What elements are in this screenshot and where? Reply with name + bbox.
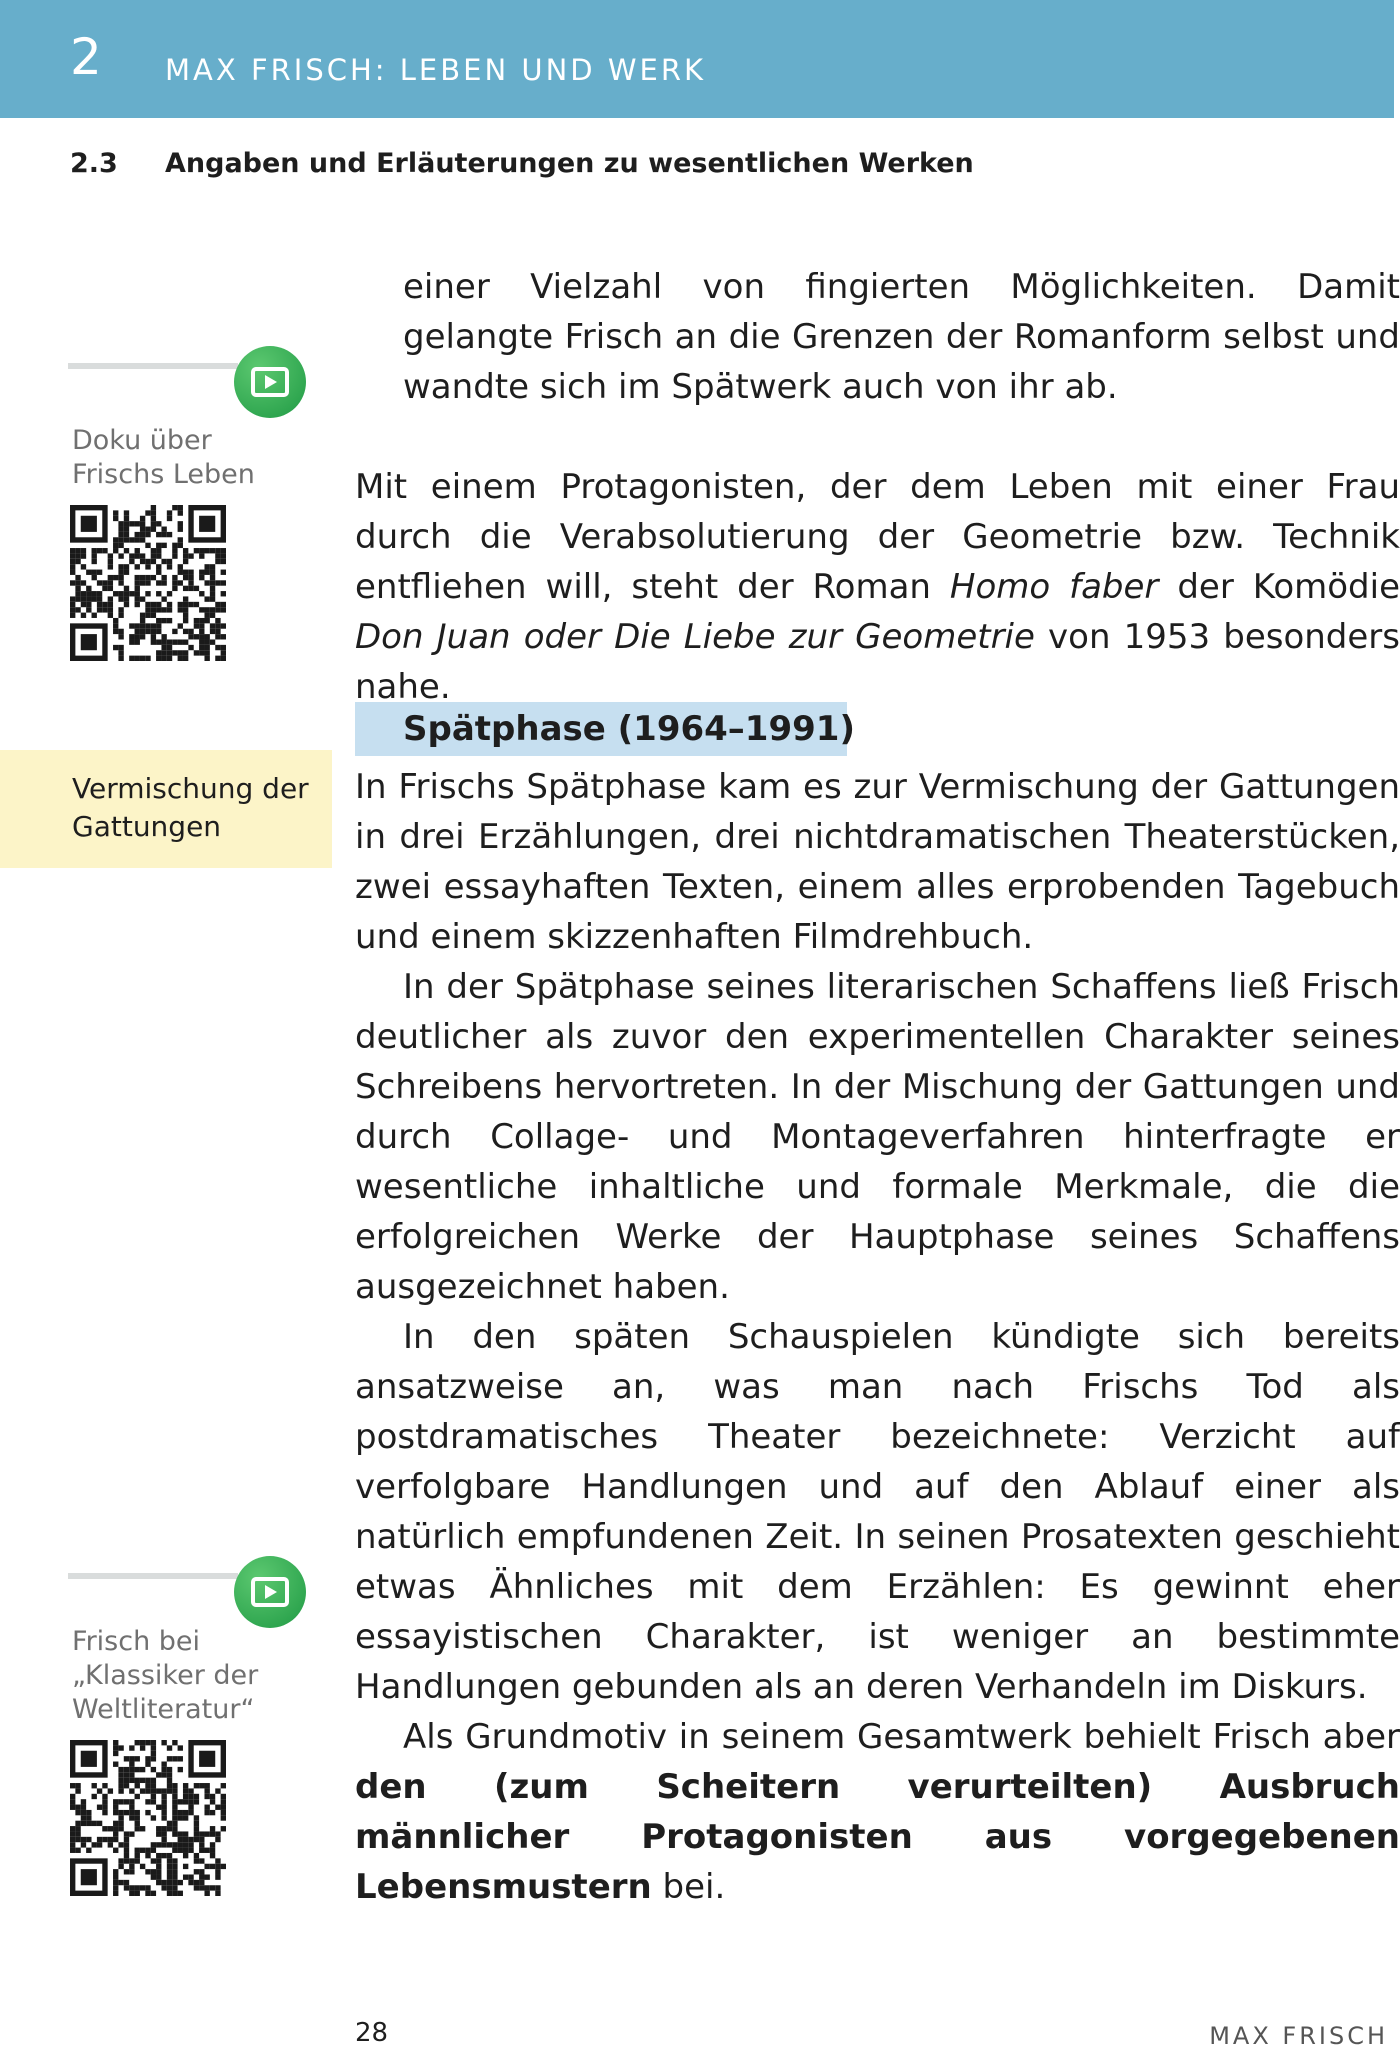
qr-code-1[interactable]	[70, 505, 226, 661]
page-number: 28	[355, 2018, 389, 2048]
play-video-icon	[251, 367, 289, 397]
play-video-icon	[251, 1577, 289, 1607]
chapter-title: MAX FRISCH: LEBEN UND WERK	[165, 53, 707, 87]
paragraph-grundmotiv: Als Grundmotiv in seinem Gesamtwerk behi…	[355, 1717, 1400, 1907]
paragraph-homo-faber: Mit einem Protagonisten, der dem Leben m…	[355, 467, 1400, 707]
sidebar-rule-2	[68, 1573, 238, 1579]
sidebar-rule-1	[68, 363, 238, 369]
chapter-header-bar: 2 MAX FRISCH: LEBEN UND WERK	[0, 0, 1394, 118]
paragraph-spaetphase-2: In der Spätphase seines literarischen Sc…	[355, 967, 1400, 1307]
video-2-label: Frisch bei „Klassiker der Weltliteratur“	[72, 1626, 259, 1725]
section-number: 2.3	[70, 148, 118, 179]
paragraph-continued: einer Vielzahl von fingierten Möglichkei…	[403, 267, 1400, 407]
main-text-block-3: In Frischs Spätphase kam es zur Vermisch…	[355, 762, 1400, 1912]
paragraph-spaetphase-3: In den späten Schauspielen kündigte sich…	[355, 1317, 1400, 1707]
video-button-1[interactable]	[234, 346, 306, 418]
subheading-spaetphase: Spätphase (1964–1991)	[403, 709, 855, 749]
main-text-block-1: einer Vielzahl von fingierten Möglichkei…	[355, 262, 1400, 412]
chapter-number: 2	[70, 28, 102, 86]
keyword-label: Vermischung der Gattungen	[72, 772, 309, 843]
video-button-2[interactable]	[234, 1556, 306, 1628]
video-1-label: Doku über Frischs Leben	[72, 425, 255, 490]
paragraph-spaetphase-1: In Frischs Spätphase kam es zur Vermisch…	[355, 767, 1400, 957]
section-title: Angaben und Erläuterungen zu wesentliche…	[165, 148, 974, 179]
qr-code-2[interactable]	[70, 1740, 226, 1896]
footer-book-title: MAX FRISCH	[1209, 2022, 1388, 2050]
main-text-block-2: Mit einem Protagonisten, der dem Leben m…	[355, 462, 1400, 712]
